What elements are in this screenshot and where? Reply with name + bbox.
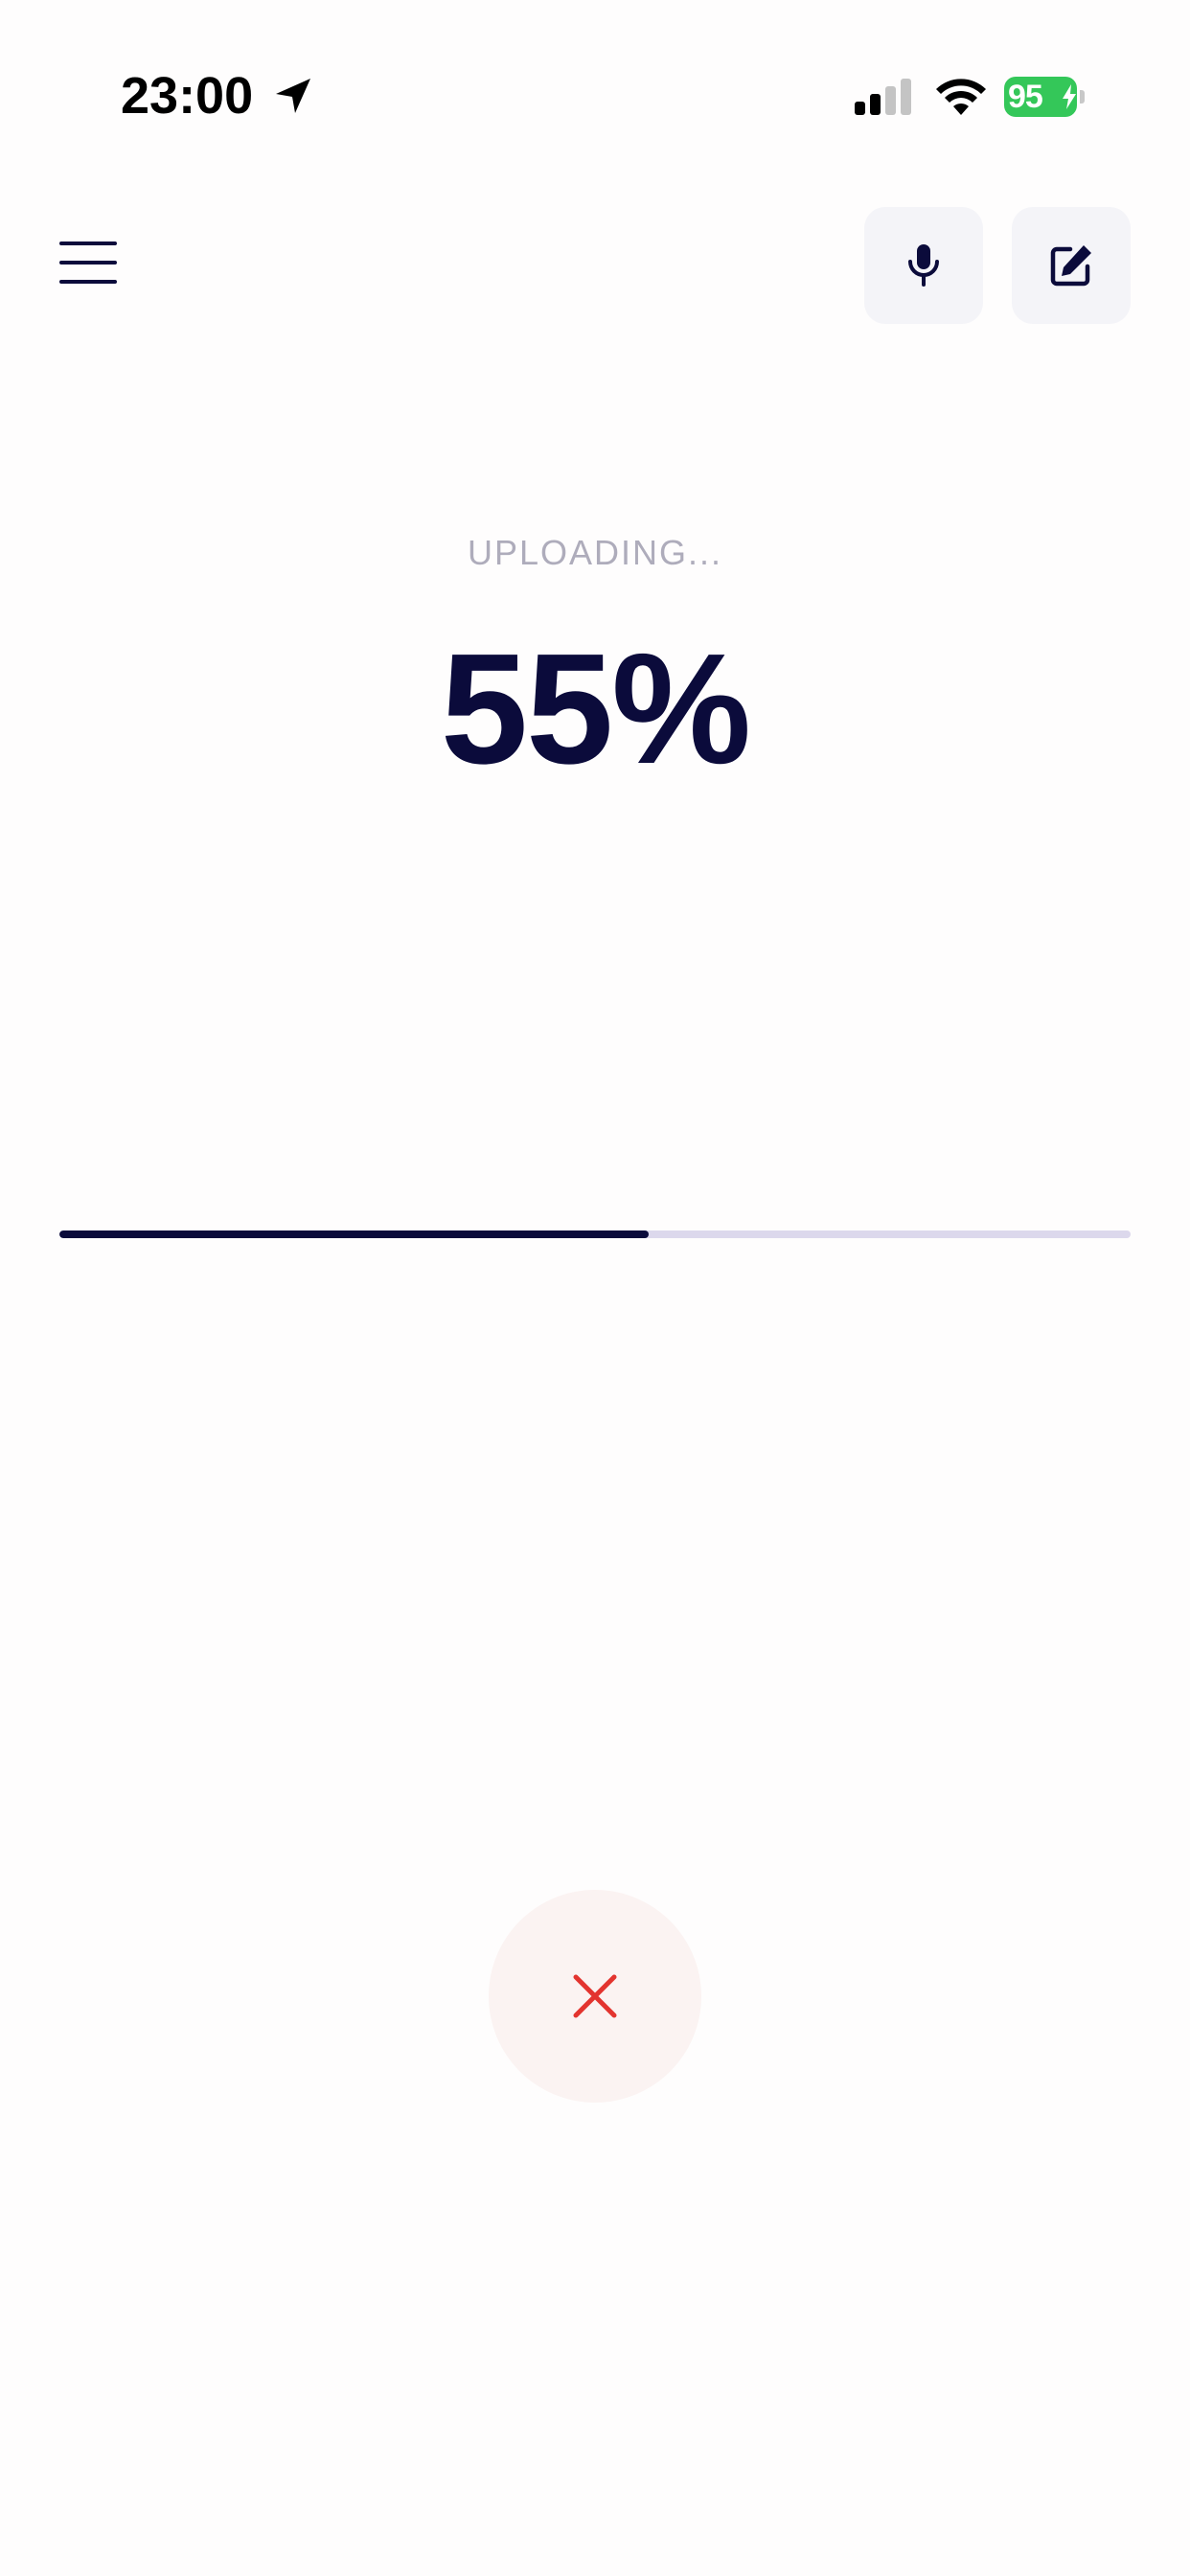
upload-percent: 55%	[440, 621, 751, 796]
status-time: 23:00	[121, 67, 254, 125]
upload-progress-bar	[59, 1230, 1131, 1238]
cellular-signal-icon	[855, 79, 911, 115]
charging-bolt-icon	[1063, 84, 1076, 109]
upload-status-label: UPLOADING...	[467, 533, 723, 572]
hamburger-menu-icon[interactable]	[59, 242, 119, 284]
battery-tip	[1080, 90, 1085, 104]
cancel-upload-button[interactable]	[489, 1890, 701, 2103]
edit-icon	[1050, 245, 1091, 287]
upload-progress-fill	[59, 1230, 649, 1238]
wifi-icon	[936, 79, 986, 115]
edit-button[interactable]	[1012, 207, 1131, 324]
status-bar: 23:00 95	[0, 0, 1190, 192]
close-icon	[573, 1974, 617, 2018]
microphone-icon	[908, 244, 939, 287]
battery-icon: 95	[1004, 77, 1087, 117]
microphone-button[interactable]	[864, 207, 983, 324]
location-arrow-icon	[276, 79, 310, 113]
